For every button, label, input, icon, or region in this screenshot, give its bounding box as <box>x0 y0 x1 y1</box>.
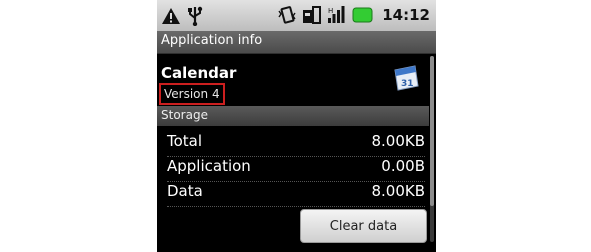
storage-row-value: 8.00KB <box>371 132 425 150</box>
scrollbar[interactable] <box>430 56 434 242</box>
svg-text:H: H <box>328 7 333 15</box>
battery-icon <box>352 5 374 25</box>
storage-row-label: Total <box>167 132 203 150</box>
clear-data-button[interactable]: Clear data <box>300 209 427 243</box>
warning-icon <box>161 7 181 25</box>
sim-icon <box>302 5 322 25</box>
page-title: Application info <box>161 33 263 48</box>
storage-section-header: Storage <box>157 106 429 126</box>
storage-row-value: 8.00KB <box>371 182 425 200</box>
storage-row-data: Data 8.00KB <box>167 182 425 207</box>
storage-row-total: Total 8.00KB <box>167 132 425 157</box>
scroll-thumb[interactable] <box>430 56 434 206</box>
status-bar-left <box>161 6 203 26</box>
clock: 14:12 <box>382 6 430 24</box>
vibrate-icon <box>277 5 297 25</box>
storage-row-label: Application <box>167 157 251 175</box>
storage-row-value: 0.00B <box>381 157 425 175</box>
storage-row-application: Application 0.00B <box>167 157 425 182</box>
usb-icon <box>187 6 203 26</box>
title-bar: Application info <box>157 31 436 54</box>
status-bar: H 14:12 <box>157 0 436 32</box>
phone-screen: H 14:12 Application info Calendar Versio… <box>157 0 436 252</box>
calendar-icon: 31 <box>391 62 421 96</box>
storage-header-label: Storage <box>161 108 208 122</box>
status-bar-right: H 14:12 <box>277 5 430 25</box>
calendar-icon-date: 31 <box>401 79 414 89</box>
storage-row-label: Data <box>167 182 203 200</box>
app-name: Calendar <box>161 64 237 82</box>
app-version-highlighted: Version 4 <box>159 83 225 105</box>
signal-icon: H <box>327 5 347 25</box>
